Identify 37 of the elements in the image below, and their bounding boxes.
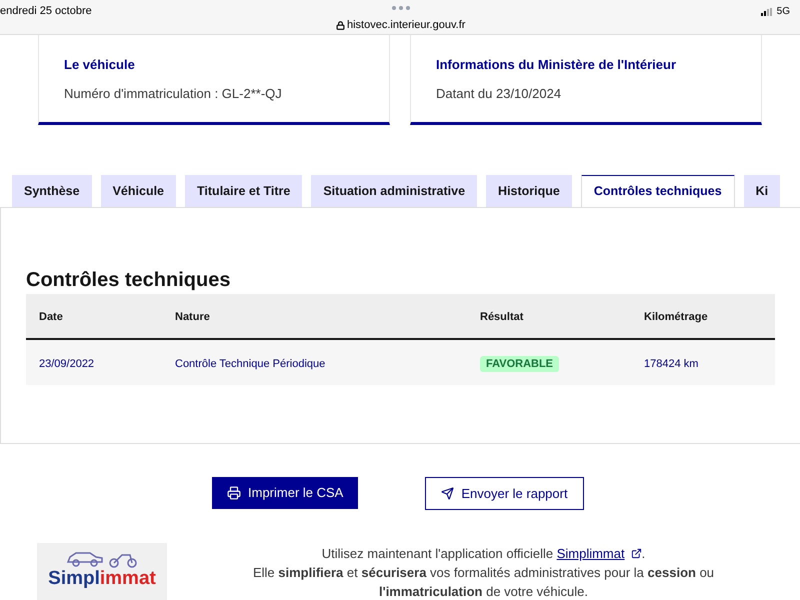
status-date: endredi 25 octobre <box>0 4 92 19</box>
date-cell: 23/09/2022 <box>39 358 94 370</box>
tab[interactable]: Historique <box>486 175 572 207</box>
result-badge: FAVORABLE <box>480 356 560 372</box>
card-title: Informations du Ministère de l'Intérieur <box>436 56 678 74</box>
mileage-cell: 178424 km <box>644 358 698 370</box>
tab[interactable]: Contrôles techniques <box>580 175 735 207</box>
printer-icon <box>227 486 241 500</box>
column-header: Kilométrage <box>644 311 708 323</box>
send-icon <box>441 487 454 500</box>
card-text: Datant du 23/10/2024 <box>436 84 562 102</box>
tab[interactable]: Véhicule <box>100 175 176 207</box>
section-title: Contrôles techniques <box>26 268 232 293</box>
network-label: 5G <box>776 5 790 19</box>
card-title: Le véhicule <box>64 56 136 74</box>
promo-text: Utilisez maintenant l'application officielle <box>322 545 554 563</box>
signal-icon <box>760 8 773 16</box>
print-button[interactable]: Imprimer le CSA <box>212 477 358 509</box>
simplimmat-link[interactable]: Simplimmat <box>556 544 642 563</box>
nature-cell: Contrôle Technique Périodique <box>175 358 326 370</box>
lock-icon <box>336 20 345 30</box>
logo-text: Simplimmat <box>48 568 156 589</box>
tab[interactable]: Synthèse <box>12 175 92 207</box>
send-button[interactable]: Envoyer le rapport <box>425 477 584 510</box>
promo-text: l'immatriculation de votre véhicule. <box>378 583 588 600</box>
tab[interactable]: Situation administrative <box>311 175 478 207</box>
tab[interactable]: Ki <box>744 175 780 207</box>
promo-punctuation: . <box>642 545 646 563</box>
column-header: Résultat <box>480 311 524 323</box>
tab[interactable]: Titulaire et Titre <box>185 175 302 207</box>
card-text: Numéro d'immatriculation : GL-2**-QJ <box>64 84 283 102</box>
column-header: Date <box>39 311 63 323</box>
dots-icon <box>392 6 410 10</box>
url-text[interactable]: histovec.interieur.gouv.fr <box>347 17 466 34</box>
promo-text: Elle simplifiera et sécurisera vos formalités administratives pour la cession ou <box>252 564 714 582</box>
external-link-icon <box>630 548 642 559</box>
column-header: Nature <box>175 311 210 323</box>
